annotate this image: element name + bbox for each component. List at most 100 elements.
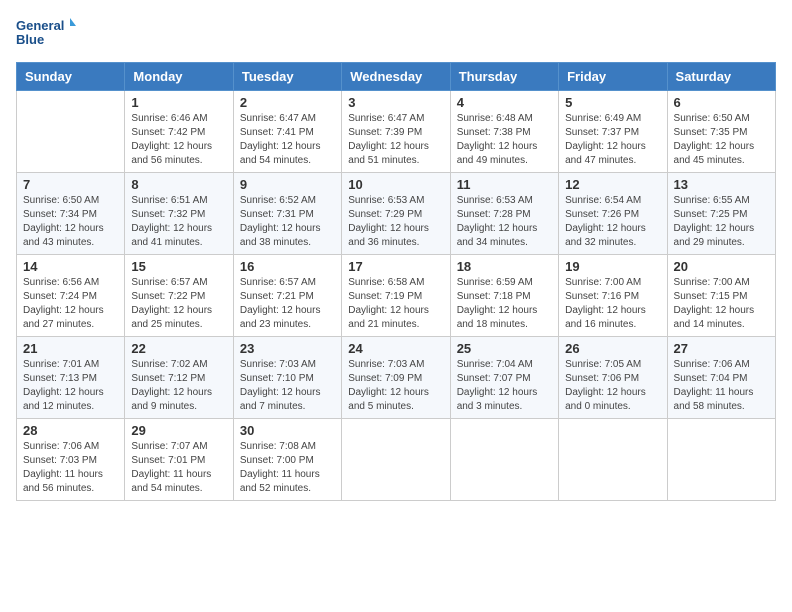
day-number: 11 [457, 177, 552, 192]
calendar-cell: 10 Sunrise: 6:53 AM Sunset: 7:29 PM Dayli… [342, 173, 450, 255]
day-number: 1 [131, 95, 226, 110]
cell-content: Sunrise: 6:55 AM Sunset: 7:25 PM Dayligh… [674, 194, 769, 250]
day-number: 20 [674, 259, 769, 274]
cell-content: Sunrise: 7:07 AM Sunset: 7:01 PM Dayligh… [131, 440, 226, 496]
cell-content: Sunrise: 6:57 AM Sunset: 7:21 PM Dayligh… [240, 276, 335, 332]
calendar-cell: 5Sunrise: 6:49 AM Sunset: 7:37 PM Daylig… [559, 91, 667, 173]
day-number: 18 [457, 259, 552, 274]
calendar-cell: 1 Sunrise: 6:46 AM Sunset: 7:42 PM Daylig… [125, 91, 233, 173]
calendar: SundayMondayTuesdayWednesdayThursdayFrid… [16, 62, 776, 501]
calendar-cell: 6 Sunrise: 6:50 AM Sunset: 7:35 PM Daylig… [667, 91, 775, 173]
day-number: 3 [348, 95, 443, 110]
logo: General Blue [16, 16, 76, 50]
day-number: 23 [240, 341, 335, 356]
logo-svg: General Blue [16, 16, 76, 50]
header: General Blue [16, 16, 776, 50]
calendar-cell [559, 419, 667, 501]
weekday-header-row: SundayMondayTuesdayWednesdayThursdayFrid… [17, 63, 776, 91]
calendar-cell: 24 Sunrise: 7:03 AM Sunset: 7:09 PM Dayli… [342, 337, 450, 419]
day-number: 15 [131, 259, 226, 274]
calendar-cell [450, 419, 558, 501]
calendar-week-row: 7 Sunrise: 6:50 AM Sunset: 7:34 PM Daylig… [17, 173, 776, 255]
day-number: 12 [565, 177, 660, 192]
day-number: 4 [457, 95, 552, 110]
calendar-cell: 21 Sunrise: 7:01 AM Sunset: 7:13 PM Dayli… [17, 337, 125, 419]
cell-content: Sunrise: 7:01 AM Sunset: 7:13 PM Dayligh… [23, 358, 118, 414]
cell-content: Sunrise: 7:06 AM Sunset: 7:03 PM Dayligh… [23, 440, 118, 496]
day-number: 28 [23, 423, 118, 438]
calendar-week-row: 21 Sunrise: 7:01 AM Sunset: 7:13 PM Dayli… [17, 337, 776, 419]
weekday-header: Monday [125, 63, 233, 91]
cell-content: Sunrise: 7:06 AM Sunset: 7:04 PM Dayligh… [674, 358, 769, 414]
cell-content: Sunrise: 6:52 AM Sunset: 7:31 PM Dayligh… [240, 194, 335, 250]
calendar-cell: 20 Sunrise: 7:00 AM Sunset: 7:15 PM Dayli… [667, 255, 775, 337]
cell-content: Sunrise: 7:05 AM Sunset: 7:06 PM Dayligh… [565, 358, 660, 414]
cell-content: Sunrise: 6:58 AM Sunset: 7:19 PM Dayligh… [348, 276, 443, 332]
cell-content: Sunrise: 6:54 AM Sunset: 7:26 PM Dayligh… [565, 194, 660, 250]
cell-content: Sunrise: 6:53 AM Sunset: 7:28 PM Dayligh… [457, 194, 552, 250]
calendar-cell [17, 91, 125, 173]
day-number: 24 [348, 341, 443, 356]
calendar-cell: 12 Sunrise: 6:54 AM Sunset: 7:26 PM Dayli… [559, 173, 667, 255]
calendar-cell: 22 Sunrise: 7:02 AM Sunset: 7:12 PM Dayli… [125, 337, 233, 419]
calendar-cell: 2 Sunrise: 6:47 AM Sunset: 7:41 PM Daylig… [233, 91, 341, 173]
day-number: 2 [240, 95, 335, 110]
day-number: 19 [565, 259, 660, 274]
cell-content: Sunrise: 7:02 AM Sunset: 7:12 PM Dayligh… [131, 358, 226, 414]
calendar-cell [342, 419, 450, 501]
calendar-week-row: 14 Sunrise: 6:56 AM Sunset: 7:24 PM Dayli… [17, 255, 776, 337]
day-number: 7 [23, 177, 118, 192]
cell-content: Sunrise: 7:04 AM Sunset: 7:07 PM Dayligh… [457, 358, 552, 414]
calendar-cell: 13Sunrise: 6:55 AM Sunset: 7:25 PM Dayli… [667, 173, 775, 255]
calendar-cell: 8 Sunrise: 6:51 AM Sunset: 7:32 PM Daylig… [125, 173, 233, 255]
calendar-cell [667, 419, 775, 501]
day-number: 21 [23, 341, 118, 356]
cell-content: Sunrise: 6:51 AM Sunset: 7:32 PM Dayligh… [131, 194, 226, 250]
cell-content: Sunrise: 6:49 AM Sunset: 7:37 PM Dayligh… [565, 112, 660, 168]
cell-content: Sunrise: 6:53 AM Sunset: 7:29 PM Dayligh… [348, 194, 443, 250]
calendar-cell: 19 Sunrise: 7:00 AM Sunset: 7:16 PM Dayli… [559, 255, 667, 337]
cell-content: Sunrise: 6:47 AM Sunset: 7:41 PM Dayligh… [240, 112, 335, 168]
weekday-header: Wednesday [342, 63, 450, 91]
cell-content: Sunrise: 6:50 AM Sunset: 7:34 PM Dayligh… [23, 194, 118, 250]
calendar-week-row: 1 Sunrise: 6:46 AM Sunset: 7:42 PM Daylig… [17, 91, 776, 173]
cell-content: Sunrise: 7:03 AM Sunset: 7:09 PM Dayligh… [348, 358, 443, 414]
svg-text:Blue: Blue [16, 32, 44, 47]
calendar-cell: 17 Sunrise: 6:58 AM Sunset: 7:19 PM Dayli… [342, 255, 450, 337]
calendar-cell: 26 Sunrise: 7:05 AM Sunset: 7:06 PM Dayli… [559, 337, 667, 419]
cell-content: Sunrise: 6:59 AM Sunset: 7:18 PM Dayligh… [457, 276, 552, 332]
calendar-week-row: 28 Sunrise: 7:06 AM Sunset: 7:03 PM Dayli… [17, 419, 776, 501]
day-number: 14 [23, 259, 118, 274]
cell-content: Sunrise: 6:46 AM Sunset: 7:42 PM Dayligh… [131, 112, 226, 168]
day-number: 17 [348, 259, 443, 274]
cell-content: Sunrise: 7:08 AM Sunset: 7:00 PM Dayligh… [240, 440, 335, 496]
calendar-cell: 29Sunrise: 7:07 AM Sunset: 7:01 PM Dayli… [125, 419, 233, 501]
day-number: 9 [240, 177, 335, 192]
calendar-cell: 30Sunrise: 7:08 AM Sunset: 7:00 PM Dayli… [233, 419, 341, 501]
day-number: 22 [131, 341, 226, 356]
day-number: 6 [674, 95, 769, 110]
svg-text:General: General [16, 18, 64, 33]
weekday-header: Thursday [450, 63, 558, 91]
calendar-cell: 28 Sunrise: 7:06 AM Sunset: 7:03 PM Dayli… [17, 419, 125, 501]
calendar-cell: 14 Sunrise: 6:56 AM Sunset: 7:24 PM Dayli… [17, 255, 125, 337]
calendar-cell: 4Sunrise: 6:48 AM Sunset: 7:38 PM Daylig… [450, 91, 558, 173]
weekday-header: Sunday [17, 63, 125, 91]
calendar-cell: 27 Sunrise: 7:06 AM Sunset: 7:04 PM Dayli… [667, 337, 775, 419]
calendar-cell: 18 Sunrise: 6:59 AM Sunset: 7:18 PM Dayli… [450, 255, 558, 337]
cell-content: Sunrise: 6:56 AM Sunset: 7:24 PM Dayligh… [23, 276, 118, 332]
day-number: 8 [131, 177, 226, 192]
cell-content: Sunrise: 6:47 AM Sunset: 7:39 PM Dayligh… [348, 112, 443, 168]
day-number: 27 [674, 341, 769, 356]
day-number: 10 [348, 177, 443, 192]
cell-content: Sunrise: 7:00 AM Sunset: 7:16 PM Dayligh… [565, 276, 660, 332]
weekday-header: Friday [559, 63, 667, 91]
day-number: 16 [240, 259, 335, 274]
weekday-header: Tuesday [233, 63, 341, 91]
cell-content: Sunrise: 7:03 AM Sunset: 7:10 PM Dayligh… [240, 358, 335, 414]
calendar-cell: 23 Sunrise: 7:03 AM Sunset: 7:10 PM Dayli… [233, 337, 341, 419]
day-number: 26 [565, 341, 660, 356]
cell-content: Sunrise: 7:00 AM Sunset: 7:15 PM Dayligh… [674, 276, 769, 332]
calendar-cell: 3 Sunrise: 6:47 AM Sunset: 7:39 PM Daylig… [342, 91, 450, 173]
cell-content: Sunrise: 6:50 AM Sunset: 7:35 PM Dayligh… [674, 112, 769, 168]
